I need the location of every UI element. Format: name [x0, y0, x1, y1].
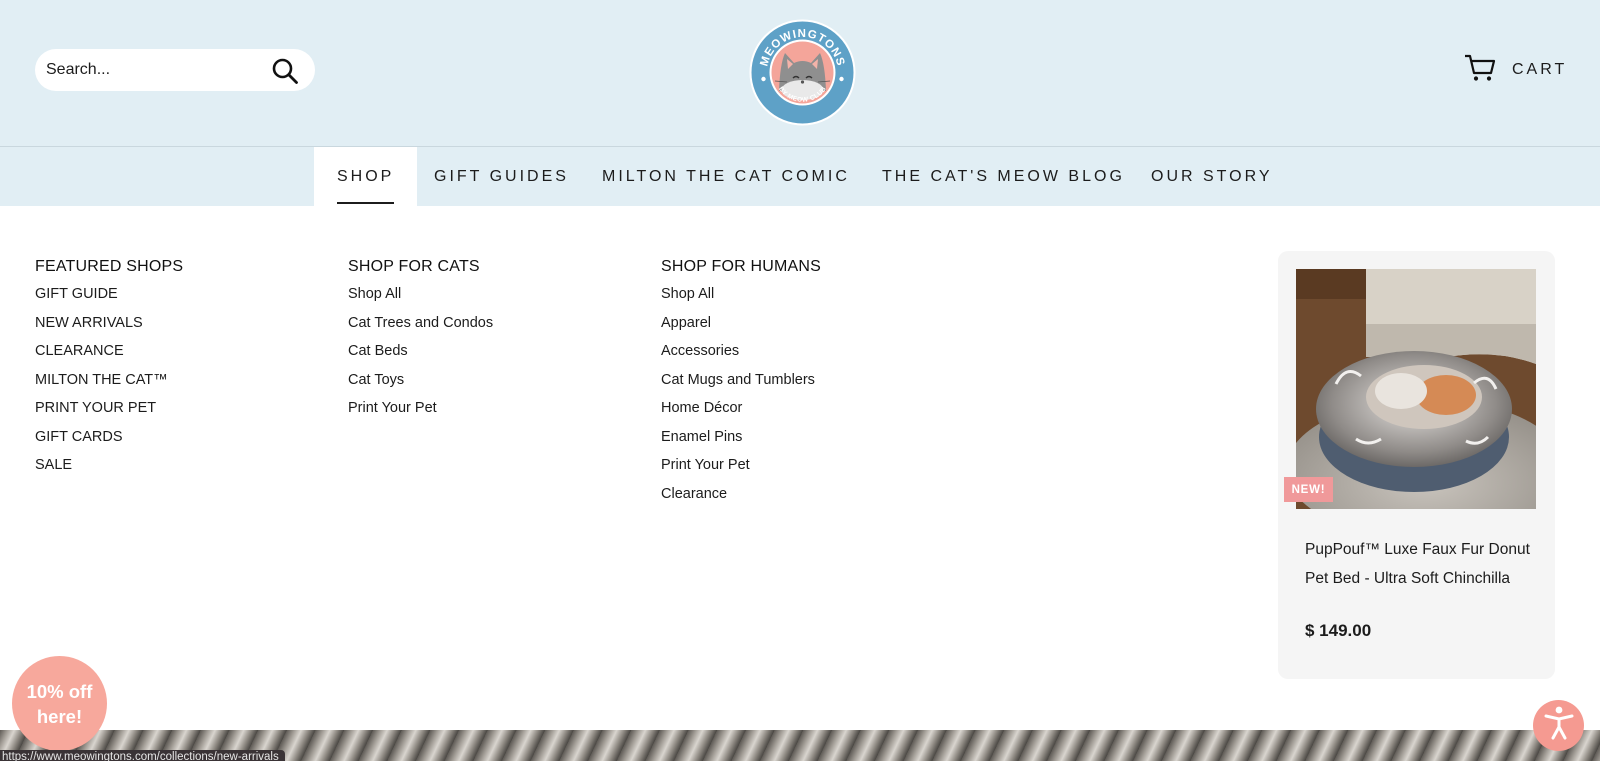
menu-link-shop-all[interactable]: Shop All: [348, 285, 493, 314]
featured-product-card[interactable]: NEW! PupPouf™ Luxe Faux Fur Donut Pet Be…: [1278, 251, 1555, 679]
search-icon[interactable]: [271, 57, 299, 85]
menu-link-sale[interactable]: SALE: [35, 456, 183, 485]
menu-link-enamel-pins[interactable]: Enamel Pins: [661, 428, 821, 457]
menu-link-print-your-pet[interactable]: PRINT YOUR PET: [35, 399, 183, 428]
product-price: $ 149.00: [1305, 621, 1372, 640]
cart-icon: [1464, 54, 1496, 87]
main-nav: SHOP GIFT GUIDES MILTON THE CAT COMIC TH…: [0, 147, 1600, 206]
menu-link-print-your-pet[interactable]: Print Your Pet: [348, 399, 493, 428]
menu-column-cats: SHOP FOR CATS Shop All Cat Trees and Con…: [348, 258, 493, 428]
menu-link-clearance[interactable]: CLEARANCE: [35, 342, 183, 371]
shop-mega-menu: FEATURED SHOPS GIFT GUIDE NEW ARRIVALS C…: [0, 206, 1600, 730]
product-image[interactable]: [1296, 269, 1536, 509]
nav-item-label: MILTON THE CAT COMIC: [602, 167, 850, 185]
promo-label: 10% off here!: [26, 680, 93, 727]
menu-link-milton[interactable]: MILTON THE CAT™: [35, 371, 183, 400]
accessibility-icon: [1544, 706, 1574, 745]
link-preview-status: https://www.meowingtons.com/collections/…: [0, 750, 285, 761]
discount-promo-button[interactable]: 10% off here!: [12, 656, 107, 751]
menu-link-clearance[interactable]: Clearance: [661, 485, 821, 514]
menu-column-featured: FEATURED SHOPS GIFT GUIDE NEW ARRIVALS C…: [35, 258, 183, 485]
menu-link-gift-cards[interactable]: GIFT CARDS: [35, 428, 183, 457]
menu-link-shop-all[interactable]: Shop All: [661, 285, 821, 314]
new-badge: NEW!: [1284, 477, 1333, 502]
menu-link-mugs[interactable]: Cat Mugs and Tumblers: [661, 371, 821, 400]
menu-link-print-your-pet[interactable]: Print Your Pet: [661, 456, 821, 485]
column-heading: SHOP FOR CATS: [348, 258, 480, 275]
nav-item-blog[interactable]: THE CAT'S MEOW BLOG: [859, 147, 1148, 206]
brand-logo[interactable]: MEOWINGTONS BY MEOW CLUB: [749, 19, 856, 126]
nav-item-label: THE CAT'S MEOW BLOG: [882, 167, 1125, 185]
column-heading: SHOP FOR HUMANS: [661, 258, 822, 275]
nav-item-gift-guides[interactable]: GIFT GUIDES: [411, 147, 592, 206]
column-heading: FEATURED SHOPS: [35, 258, 184, 275]
accessibility-button[interactable]: [1533, 700, 1584, 751]
nav-item-label: OUR STORY: [1151, 167, 1273, 185]
menu-link-gift-guide[interactable]: GIFT GUIDE: [35, 285, 183, 314]
active-underline: [337, 202, 395, 204]
nav-item-label: GIFT GUIDES: [434, 167, 569, 185]
cart-link[interactable]: CART: [1464, 52, 1567, 88]
search-input[interactable]: [46, 49, 266, 91]
menu-link-home-decor[interactable]: Home Décor: [661, 399, 821, 428]
menu-link-apparel[interactable]: Apparel: [661, 314, 821, 343]
menu-link-cat-toys[interactable]: Cat Toys: [348, 371, 493, 400]
search-bar: [35, 49, 315, 91]
menu-link-cat-trees[interactable]: Cat Trees and Condos: [348, 314, 493, 343]
menu-link-cat-beds[interactable]: Cat Beds: [348, 342, 493, 371]
nav-item-label: SHOP: [337, 167, 395, 185]
nav-item-milton-comic[interactable]: MILTON THE CAT COMIC: [579, 147, 873, 206]
menu-link-accessories[interactable]: Accessories: [661, 342, 821, 371]
menu-column-humans: SHOP FOR HUMANS Shop All Apparel Accesso…: [661, 258, 821, 513]
nav-item-our-story[interactable]: OUR STORY: [1128, 147, 1296, 206]
menu-link-new-arrivals[interactable]: NEW ARRIVALS: [35, 314, 183, 343]
product-title[interactable]: PupPouf™ Luxe Faux Fur Donut Pet Bed - U…: [1305, 536, 1530, 593]
site-header: MEOWINGTONS BY MEOW CLUB CART: [0, 0, 1600, 147]
cart-label: CART: [1512, 61, 1568, 78]
nav-item-shop[interactable]: SHOP: [314, 147, 418, 206]
